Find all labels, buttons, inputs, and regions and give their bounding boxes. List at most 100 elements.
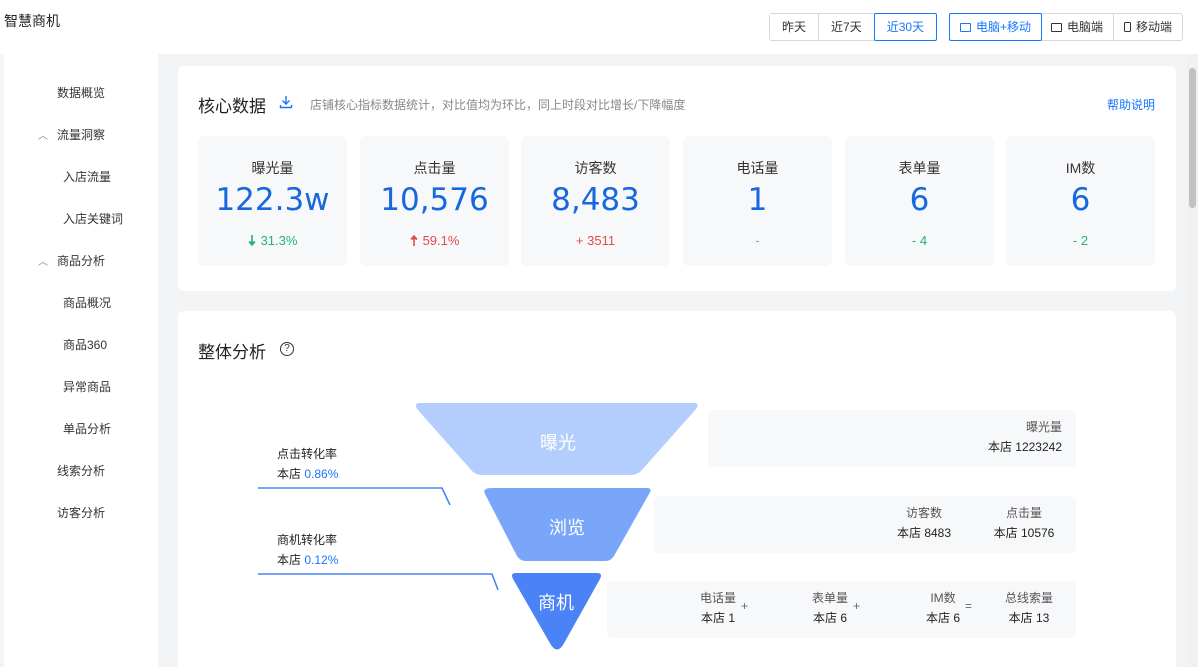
leads-total-label: 总线索量 — [1004, 591, 1053, 605]
help-link[interactable]: 帮助说明 — [1107, 96, 1155, 113]
leads-total-info: 总线索量 本店 13 — [984, 588, 1074, 628]
metric-label: IM数 — [1065, 160, 1096, 176]
funnel-label-exposure: 曝光 — [540, 433, 576, 453]
range-30days-button[interactable]: 近30天 — [873, 13, 938, 41]
leads-info-box: 电话量 本店 1 + 表单量 本店 6 + IM数 本店 6 = 总线索量 本店… — [607, 581, 1076, 638]
exposure-info-box: 曝光量 本店 1223242 — [708, 410, 1076, 467]
lead-rate-value: 0.12% — [304, 553, 339, 567]
chevron-up-icon[interactable]: ︿ — [38, 253, 48, 268]
page-scrollbar[interactable] — [1187, 54, 1198, 667]
lead-rate-prefix: 本店 — [277, 553, 302, 567]
device-all-label: 电脑+移动 — [976, 20, 1032, 34]
scrollbar-thumb[interactable] — [1189, 68, 1196, 208]
metric-card-clicks[interactable]: 点击量 10,576 59.1% — [360, 136, 509, 266]
metric-value: 6 — [909, 182, 930, 218]
metric-label: 访客数 — [574, 160, 617, 176]
date-range-group: 昨天 近7天 近30天 — [769, 13, 938, 41]
click-rate-value: 0.86% — [304, 467, 339, 481]
leads-forms-value: 本店 6 — [812, 611, 847, 625]
overall-analysis-card: 整体分析 ? 曝光 浏览 商机 点击转化率 本店 0.86% 商机转化率 本店 … — [178, 311, 1176, 667]
funnel-label-browse: 浏览 — [549, 518, 585, 538]
sidebar-item-single-product[interactable]: 单品分析 — [63, 420, 111, 437]
metric-card-exposure[interactable]: 曝光量 122.3w 31.3% — [198, 136, 347, 266]
core-data-title: 核心数据 — [198, 97, 266, 116]
click-rate-connector — [258, 487, 451, 506]
core-data-description: 店铺核心指标数据统计，对比值均为环比，同上时段对比增长/下降幅度 — [310, 98, 686, 112]
metric-label: 表单量 — [898, 160, 941, 176]
plus-sign: + — [853, 599, 861, 613]
metric-value: 1 — [747, 182, 768, 218]
device-group: 电脑+移动 电脑端 移动端 — [949, 13, 1184, 41]
plus-sign: + — [741, 599, 749, 613]
leads-total-value: 本店 13 — [1008, 611, 1050, 625]
metric-change: 59.1% — [360, 233, 509, 248]
sidebar-item-product-overview[interactable]: 商品概况 — [63, 294, 111, 311]
device-all-button[interactable]: 电脑+移动 — [949, 13, 1043, 41]
lead-rate-connector — [258, 573, 499, 591]
metric-value: 122.3w — [215, 182, 330, 218]
leads-im-value: 本店 6 — [925, 611, 960, 625]
leads-calls-info: 电话量 本店 1 — [673, 588, 763, 628]
metric-change-value: - 2 — [1072, 233, 1089, 248]
browse-info-box: 访客数 本店 8483 点击量 本店 10576 — [654, 496, 1076, 553]
device-pc-button[interactable]: 电脑端 — [1041, 14, 1115, 40]
metric-change: - 4 — [845, 233, 994, 248]
metric-card-calls[interactable]: 电话量 1 - — [683, 136, 832, 266]
sidebar-item-traffic[interactable]: 流量洞察 — [57, 126, 105, 143]
phone-icon — [1124, 22, 1132, 32]
device-mobile-label: 移动端 — [1136, 20, 1173, 34]
sidebar-item-product-360[interactable]: 商品360 — [63, 336, 107, 353]
chevron-up-icon[interactable]: ︿ — [38, 127, 48, 142]
leads-im-info: IM数 本店 6 — [898, 588, 988, 628]
metric-card-forms[interactable]: 表单量 6 - 4 — [845, 136, 994, 266]
browse-visitors-value: 本店 8483 — [896, 526, 952, 540]
metric-change-value: + 3511 — [575, 233, 616, 248]
leads-calls-label: 电话量 — [699, 591, 736, 605]
exposure-value: 本店 1223242 — [987, 440, 1062, 454]
click-rate-row: 本店 0.86% — [277, 464, 338, 484]
metric-card-visitors[interactable]: 访客数 8,483 + 3511 — [521, 136, 670, 266]
lead-rate-label: 商机转化率 — [277, 533, 338, 547]
device-pc-label: 电脑端 — [1067, 20, 1104, 34]
metric-value: 6 — [1070, 182, 1091, 218]
lead-rate-row: 本店 0.12% — [277, 550, 338, 570]
metric-value: 8,483 — [551, 182, 640, 218]
sidebar-item-store-traffic[interactable]: 入店流量 — [63, 168, 111, 185]
sidebar-item-visitors[interactable]: 访客分析 — [57, 504, 105, 521]
leads-forms-label: 表单量 — [811, 591, 848, 605]
metric-label: 点击量 — [413, 160, 456, 176]
download-icon[interactable] — [279, 95, 293, 109]
pc-mobile-icon — [960, 22, 971, 32]
sidebar-item-products[interactable]: 商品分析 — [57, 252, 105, 269]
metric-change-value: - 4 — [911, 233, 928, 248]
sidebar-item-store-keywords[interactable]: 入店关键词 — [63, 210, 123, 227]
core-data-card: 核心数据 店铺核心指标数据统计，对比值均为环比，同上时段对比增长/下降幅度 帮助… — [178, 66, 1176, 291]
browse-clicks-info: 点击量 本店 10576 — [979, 503, 1069, 543]
app-title: 智慧商机 — [4, 13, 60, 29]
arrow-down-icon — [247, 235, 256, 246]
equals-sign: = — [965, 599, 973, 613]
metric-change: - 2 — [1006, 233, 1155, 248]
metric-value: 10,576 — [380, 182, 489, 218]
metric-change-value: 59.1% — [422, 233, 460, 248]
device-mobile-button[interactable]: 移动端 — [1114, 14, 1182, 40]
sidebar-item-leads[interactable]: 线索分析 — [57, 462, 105, 479]
browse-clicks-value: 本店 10576 — [993, 526, 1055, 540]
sidebar-item-overview[interactable]: 数据概览 — [57, 84, 105, 101]
metric-change: 31.3% — [198, 233, 347, 248]
metric-change: - — [683, 233, 832, 248]
sidebar-item-abnormal-products[interactable]: 异常商品 — [63, 378, 111, 395]
monitor-icon — [1051, 22, 1063, 32]
top-bar: 智慧商机 昨天 近7天 近30天 电脑+移动 电脑端 移动端 — [0, 0, 1198, 54]
metric-change-value: 31.3% — [260, 233, 298, 248]
leads-forms-info: 表单量 本店 6 — [785, 588, 875, 628]
range-7days-button[interactable]: 近7天 — [819, 14, 875, 40]
metric-card-im[interactable]: IM数 6 - 2 — [1006, 136, 1155, 266]
leads-im-label: IM数 — [930, 591, 956, 605]
browse-visitors-label: 访客数 — [905, 506, 942, 520]
metric-change-value: - — [755, 233, 760, 248]
browse-visitors-info: 访客数 本店 8483 — [879, 503, 969, 543]
range-yesterday-button[interactable]: 昨天 — [770, 14, 820, 40]
click-rate-label: 点击转化率 — [277, 447, 338, 461]
metric-change: + 3511 — [521, 233, 670, 248]
